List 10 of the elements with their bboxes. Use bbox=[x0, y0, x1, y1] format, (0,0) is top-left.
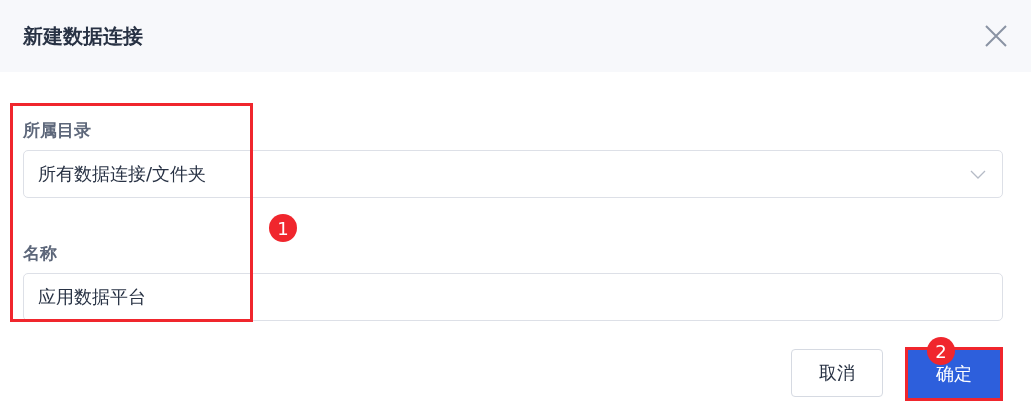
field-label: 所属目录 bbox=[23, 119, 91, 142]
field-label: 名称 bbox=[23, 242, 57, 265]
step-badge: 2 bbox=[927, 337, 955, 365]
dropdown-field[interactable]: 所有数据连接/文件夹 bbox=[23, 150, 1003, 198]
close-icon[interactable] bbox=[985, 25, 1007, 47]
chevron-down-icon bbox=[970, 169, 986, 179]
name-input-field[interactable]: 应用数据平台 bbox=[23, 273, 1003, 321]
step-badge: 1 bbox=[269, 214, 297, 242]
dialog-title: 新建数据连接 bbox=[23, 22, 143, 50]
cancel-button[interactable]: 取消 bbox=[791, 349, 883, 397]
